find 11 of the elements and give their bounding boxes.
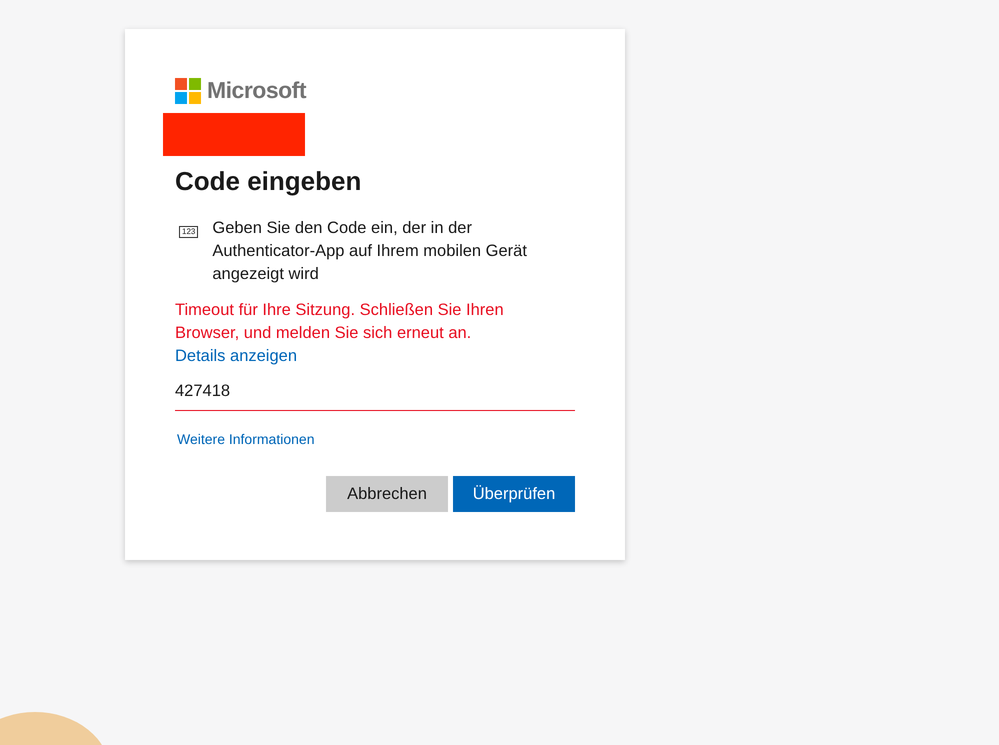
more-info-link[interactable]: Weitere Informationen [177,431,314,447]
logo-text: Microsoft [207,77,306,104]
details-link[interactable]: Details anzeigen [175,345,297,368]
verify-button[interactable]: Überprüfen [453,476,575,512]
windows-logo-icon [175,78,201,104]
instruction-text: Geben Sie den Code ein, der in der Authenticator-App auf Ihrem mobilen Gerät angezeigt wird [212,218,528,285]
error-message: Timeout für Ihre Sitzung. Schließen Sie Ihren Browser, und melden Sie sich erneut an. [175,300,505,344]
page-title: Code eingeben [175,166,362,197]
code-input-field[interactable]: 427418 [175,376,575,411]
code-icon: 123 [179,226,198,238]
cancel-button[interactable]: Abbrechen [326,476,448,512]
